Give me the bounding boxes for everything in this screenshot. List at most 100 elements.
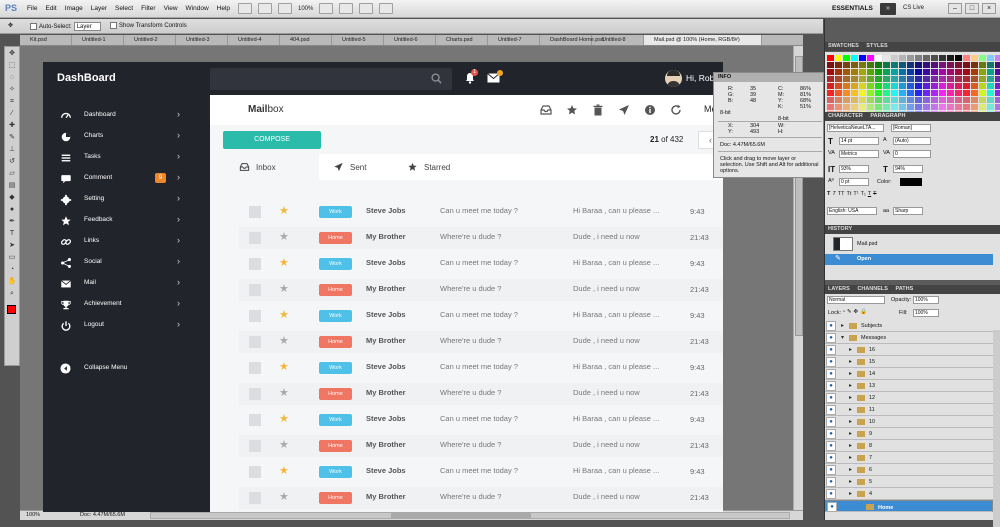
expand-arrow-icon[interactable]: ▸ xyxy=(849,430,852,437)
swatch[interactable] xyxy=(859,90,866,96)
swatch[interactable] xyxy=(899,83,906,89)
swatch[interactable] xyxy=(827,69,834,75)
swatch[interactable] xyxy=(875,104,882,110)
sidebar-item-setting[interactable]: Setting › xyxy=(43,190,210,210)
swatch[interactable] xyxy=(891,83,898,89)
swatch[interactable] xyxy=(923,55,930,61)
swatch[interactable] xyxy=(947,104,954,110)
table-row[interactable]: ★ Work Steve Jobs Can u meet me today ? Hi B… xyxy=(239,253,723,275)
swatch[interactable] xyxy=(907,69,914,75)
expand-arrow-icon[interactable]: ▸ xyxy=(849,358,852,365)
swatch[interactable] xyxy=(883,104,890,110)
swatch[interactable] xyxy=(835,62,842,68)
swatch[interactable] xyxy=(851,90,858,96)
table-row[interactable]: ★ Home My Brother Where're u dude ? Dude , i… xyxy=(239,435,723,457)
swatch[interactable] xyxy=(835,83,842,89)
move-tool-icon[interactable]: ✥ xyxy=(5,48,19,59)
swatch[interactable] xyxy=(939,62,946,68)
swatch[interactable] xyxy=(947,90,954,96)
eye-icon[interactable]: ● xyxy=(826,381,836,391)
swatch[interactable] xyxy=(987,97,994,103)
expand-arrow-icon[interactable]: ▸ xyxy=(849,370,852,377)
swatch[interactable] xyxy=(995,62,1000,68)
star-icon[interactable]: ★ xyxy=(279,335,289,348)
row-checkbox[interactable] xyxy=(249,232,261,244)
blend-mode-select[interactable]: Normal xyxy=(827,296,885,304)
layers-scrollbar[interactable] xyxy=(993,330,1000,527)
swatch[interactable] xyxy=(931,90,938,96)
swatch[interactable] xyxy=(955,55,962,61)
swatch[interactable] xyxy=(859,97,866,103)
swatch[interactable] xyxy=(915,90,922,96)
messages-button[interactable] xyxy=(487,70,503,83)
swatch[interactable] xyxy=(867,97,874,103)
swatch[interactable] xyxy=(939,97,946,103)
swatch[interactable] xyxy=(955,62,962,68)
zoom-level[interactable]: 100% xyxy=(298,6,313,12)
layer-row[interactable]: ● ▸ 4 xyxy=(825,488,993,500)
gradient-tool-icon[interactable]: ▤ xyxy=(5,180,19,191)
swatch[interactable] xyxy=(955,69,962,75)
tab-paragraph[interactable]: PARAGRAPH xyxy=(870,113,905,119)
swatch[interactable] xyxy=(963,104,970,110)
swatch[interactable] xyxy=(883,83,890,89)
swatch[interactable] xyxy=(971,62,978,68)
sidebar-item-feedback[interactable]: Feedback › xyxy=(43,211,210,231)
superscript-button[interactable]: T¹ xyxy=(853,191,858,197)
eye-icon[interactable]: ● xyxy=(826,369,836,379)
swatch[interactable] xyxy=(899,104,906,110)
swatch[interactable] xyxy=(835,97,842,103)
swatch[interactable] xyxy=(979,104,986,110)
strikethrough-button[interactable]: T xyxy=(873,191,876,197)
layer-row[interactable]: ● ▸ 5 xyxy=(825,476,993,488)
faux-italic-button[interactable]: T xyxy=(832,191,835,197)
tab-channels[interactable]: CHANNELS xyxy=(857,286,888,292)
swatch[interactable] xyxy=(883,55,890,61)
swatch[interactable] xyxy=(843,76,850,82)
swatch[interactable] xyxy=(851,83,858,89)
history-brush-tool-icon[interactable]: ↺ xyxy=(5,156,19,167)
tab-styles[interactable]: STYLES xyxy=(866,43,887,49)
swatch[interactable] xyxy=(875,62,882,68)
swatch[interactable] xyxy=(971,69,978,75)
foreground-color-swatch[interactable] xyxy=(7,305,16,314)
horizontal-scrollbar[interactable] xyxy=(150,512,790,519)
star-icon[interactable]: ★ xyxy=(279,387,289,400)
swatch[interactable] xyxy=(915,69,922,75)
swatch[interactable] xyxy=(883,90,890,96)
auto-select-option[interactable]: Auto-Select: Layer xyxy=(30,22,101,31)
star-icon[interactable]: ★ xyxy=(279,361,289,374)
crop-tool-icon[interactable]: ⌗ xyxy=(5,96,19,107)
eye-icon[interactable]: ● xyxy=(826,321,836,331)
swatch[interactable] xyxy=(979,62,986,68)
swatch[interactable] xyxy=(979,55,986,61)
expand-arrow-icon[interactable]: ▸ xyxy=(841,322,844,329)
swatch[interactable] xyxy=(851,104,858,110)
swatch[interactable] xyxy=(851,69,858,75)
star-icon[interactable]: ★ xyxy=(279,257,289,270)
eye-icon[interactable]: ● xyxy=(826,357,836,367)
swatch[interactable] xyxy=(947,62,954,68)
swatch[interactable] xyxy=(875,90,882,96)
swatch[interactable] xyxy=(963,90,970,96)
swatch[interactable] xyxy=(827,97,834,103)
star-icon[interactable]: ★ xyxy=(279,231,289,244)
sidebar-item-social[interactable]: Social › xyxy=(43,253,210,273)
swatch[interactable] xyxy=(859,104,866,110)
extras-button[interactable] xyxy=(278,3,292,14)
tab-layers[interactable]: LAYERS xyxy=(828,286,850,292)
swatch[interactable] xyxy=(955,76,962,82)
swatch[interactable] xyxy=(915,76,922,82)
layer-row[interactable]: ● ▾ Messages xyxy=(825,332,993,344)
zoom-tool-icon[interactable]: ⌕ xyxy=(5,288,19,299)
layer-row[interactable]: ● ▸ 6 xyxy=(825,464,993,476)
swatch[interactable] xyxy=(835,90,842,96)
lasso-tool-icon[interactable]: ◌ xyxy=(5,72,19,83)
eye-icon[interactable]: ● xyxy=(826,393,836,403)
document-tab[interactable]: Charts.psd xyxy=(436,35,488,45)
row-checkbox[interactable] xyxy=(249,362,261,374)
swatch[interactable] xyxy=(987,55,994,61)
anti-alias-select[interactable]: Sharp xyxy=(893,207,923,215)
swatch[interactable] xyxy=(931,83,938,89)
swatch[interactable] xyxy=(827,83,834,89)
